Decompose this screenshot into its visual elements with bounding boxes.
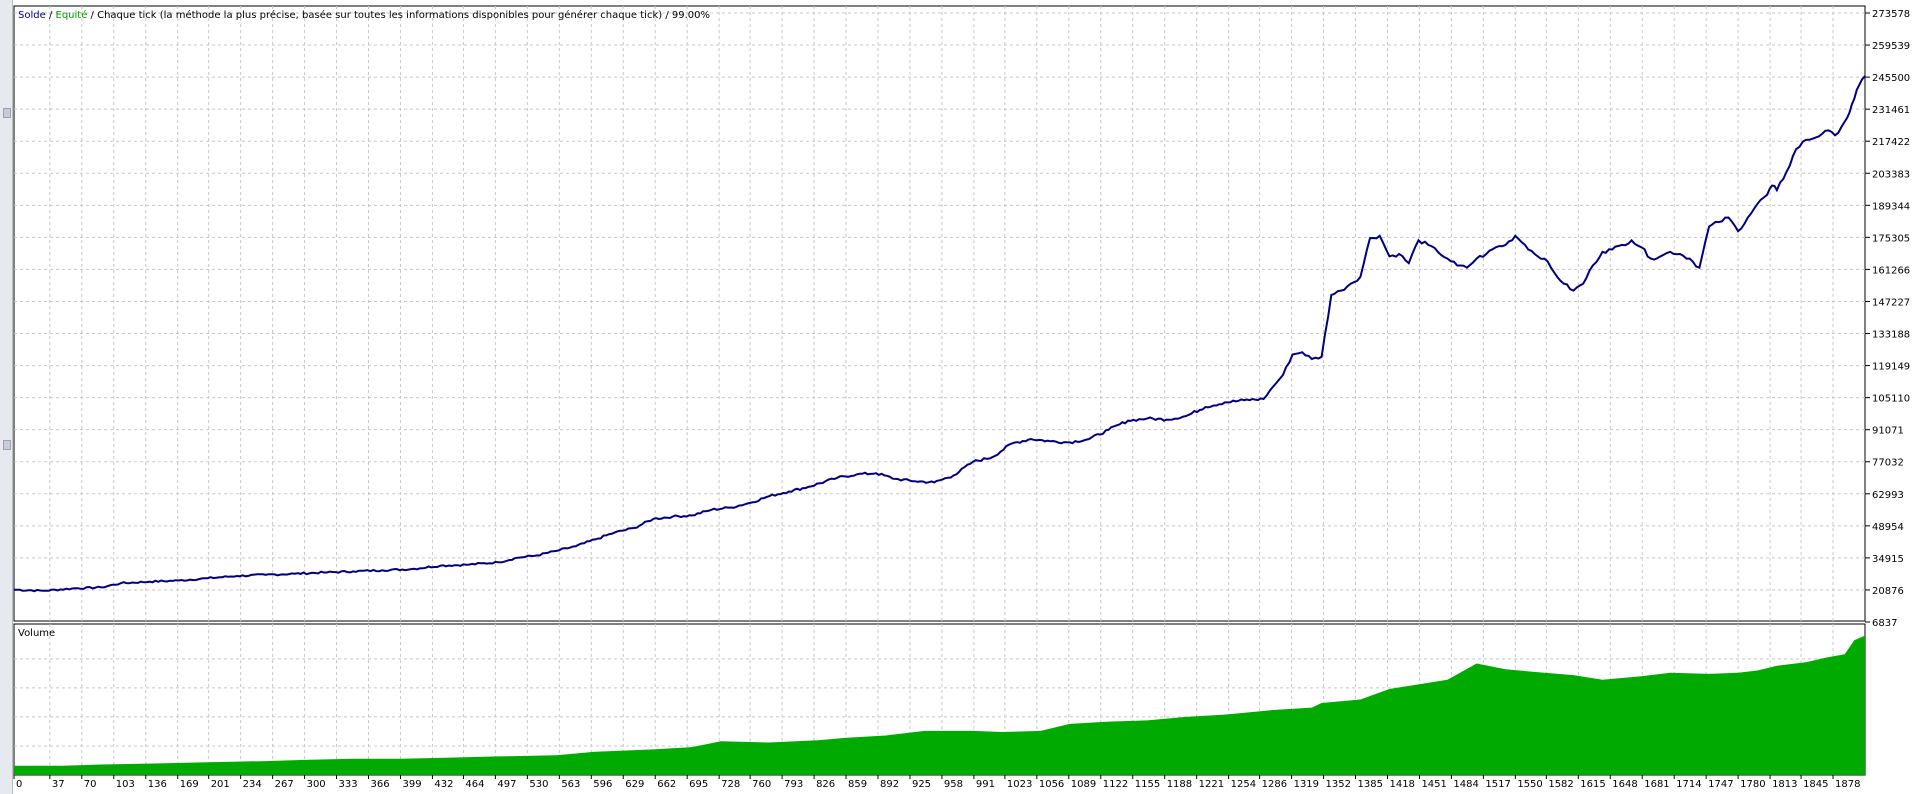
y-tick-label: 161266 bbox=[1872, 265, 1910, 276]
x-tick-label: 1089 bbox=[1071, 779, 1096, 790]
x-tick-label: 1517 bbox=[1485, 779, 1510, 790]
x-tick-label: 464 bbox=[465, 779, 484, 790]
x-tick-label: 103 bbox=[116, 779, 135, 790]
x-tick-label: 1023 bbox=[1007, 779, 1032, 790]
y-tick-label: 231461 bbox=[1872, 105, 1910, 116]
x-tick-label: 300 bbox=[307, 779, 326, 790]
x-tick-label: 1582 bbox=[1548, 779, 1573, 790]
x-tick-label: 1878 bbox=[1835, 779, 1860, 790]
x-tick-label: 925 bbox=[912, 779, 931, 790]
x-tick-label: 497 bbox=[497, 779, 516, 790]
x-tick-label: 1319 bbox=[1294, 779, 1319, 790]
y-tick-label: 175305 bbox=[1872, 233, 1910, 244]
y-tick-label: 189344 bbox=[1872, 201, 1910, 212]
y-tick-label: 217422 bbox=[1872, 137, 1910, 148]
chart-canvas: 6837 20876 34915 48954 62993 77032 91071 105110… bbox=[13, 5, 1910, 790]
legend-equity: Equité bbox=[56, 9, 88, 21]
y-tick-label: 259539 bbox=[1872, 41, 1910, 52]
y-tick-label: 133188 bbox=[1872, 330, 1910, 341]
y-axis-ticks: 6837 20876 34915 48954 62993 77032 91071 105110… bbox=[1865, 9, 1910, 629]
y-tick-label: 48954 bbox=[1872, 522, 1904, 533]
x-tick-label: 169 bbox=[180, 779, 199, 790]
x-tick-label: 793 bbox=[784, 779, 803, 790]
y-tick-label: 273578 bbox=[1872, 9, 1910, 20]
x-tick-label: 1352 bbox=[1326, 779, 1351, 790]
x-tick-label: 0 bbox=[16, 779, 22, 790]
y-tick-label: 91071 bbox=[1872, 426, 1904, 437]
x-tick-label: 37 bbox=[52, 779, 65, 790]
volume-label: Volume bbox=[18, 628, 55, 639]
y-tick-label: 245500 bbox=[1872, 73, 1910, 84]
y-tick-label: 62993 bbox=[1872, 490, 1904, 501]
x-tick-label: 1615 bbox=[1580, 779, 1605, 790]
legend-balance: Solde bbox=[18, 10, 46, 21]
y-tick-label: 203383 bbox=[1872, 169, 1910, 180]
y-tick-label: 77032 bbox=[1872, 458, 1904, 469]
balance-panel-frame bbox=[13, 5, 1866, 622]
legend-text: Solde / Equité / Chaque tick (la méthode… bbox=[18, 9, 710, 21]
x-tick-label: 991 bbox=[976, 779, 995, 790]
x-tick-label: 760 bbox=[752, 779, 771, 790]
x-tick-label: 662 bbox=[657, 779, 676, 790]
x-tick-label: 1747 bbox=[1708, 779, 1733, 790]
strategy-tester-graph: 6837 20876 34915 48954 62993 77032 91071 105110… bbox=[0, 0, 1914, 794]
x-tick-label: 1286 bbox=[1262, 779, 1287, 790]
x-tick-label: 1056 bbox=[1039, 779, 1064, 790]
x-tick-label: 234 bbox=[243, 779, 262, 790]
x-tick-label: 70 bbox=[84, 779, 97, 790]
x-tick-label: 1385 bbox=[1358, 779, 1383, 790]
x-tick-label: 201 bbox=[211, 779, 230, 790]
x-tick-label: 432 bbox=[434, 779, 453, 790]
x-tick-label: 1681 bbox=[1644, 779, 1669, 790]
legend-description: Chaque tick (la méthode la plus précise,… bbox=[97, 9, 662, 21]
y-tick-label: 105110 bbox=[1872, 394, 1910, 405]
x-tick-label: 1550 bbox=[1517, 779, 1542, 790]
x-tick-label: 1813 bbox=[1772, 779, 1797, 790]
x-tick-label: 563 bbox=[561, 779, 580, 790]
x-tick-label: 1418 bbox=[1389, 779, 1414, 790]
x-tick-label: 695 bbox=[689, 779, 708, 790]
x-tick-label: 629 bbox=[625, 779, 644, 790]
x-tick-label: 1845 bbox=[1803, 779, 1828, 790]
x-tick-label: 1254 bbox=[1231, 779, 1256, 790]
x-axis-ticks: 0 37 70 103 136 169 201 234 267 300 333 366 399 432 46… bbox=[13, 775, 1860, 790]
x-tick-label: 958 bbox=[944, 779, 963, 790]
y-tick-label: 147227 bbox=[1872, 297, 1910, 308]
y-tick-label: 20876 bbox=[1872, 586, 1904, 597]
x-tick-label: 1484 bbox=[1453, 779, 1478, 790]
y-tick-label: 34915 bbox=[1872, 554, 1904, 565]
x-tick-label: 136 bbox=[148, 779, 167, 790]
legend-quality: 99.00% bbox=[672, 10, 710, 21]
x-tick-label: 1714 bbox=[1676, 779, 1701, 790]
x-tick-label: 1648 bbox=[1612, 779, 1637, 790]
x-tick-label: 399 bbox=[402, 779, 421, 790]
x-tick-label: 1122 bbox=[1103, 779, 1128, 790]
x-tick-label: 1188 bbox=[1167, 779, 1192, 790]
x-tick-label: 728 bbox=[721, 779, 740, 790]
x-tick-label: 366 bbox=[371, 779, 390, 790]
x-tick-label: 1780 bbox=[1740, 779, 1765, 790]
x-tick-label: 596 bbox=[593, 779, 612, 790]
x-tick-label: 1221 bbox=[1199, 779, 1224, 790]
x-tick-label: 892 bbox=[880, 779, 899, 790]
x-tick-label: 1155 bbox=[1135, 779, 1160, 790]
y-tick-label: 6837 bbox=[1872, 618, 1897, 629]
y-tick-label: 119149 bbox=[1872, 362, 1910, 373]
x-tick-label: 1451 bbox=[1421, 779, 1446, 790]
x-tick-label: 826 bbox=[816, 779, 835, 790]
x-tick-label: 859 bbox=[848, 779, 867, 790]
x-tick-label: 530 bbox=[529, 779, 548, 790]
x-tick-label: 267 bbox=[275, 779, 294, 790]
x-tick-label: 333 bbox=[339, 779, 358, 790]
